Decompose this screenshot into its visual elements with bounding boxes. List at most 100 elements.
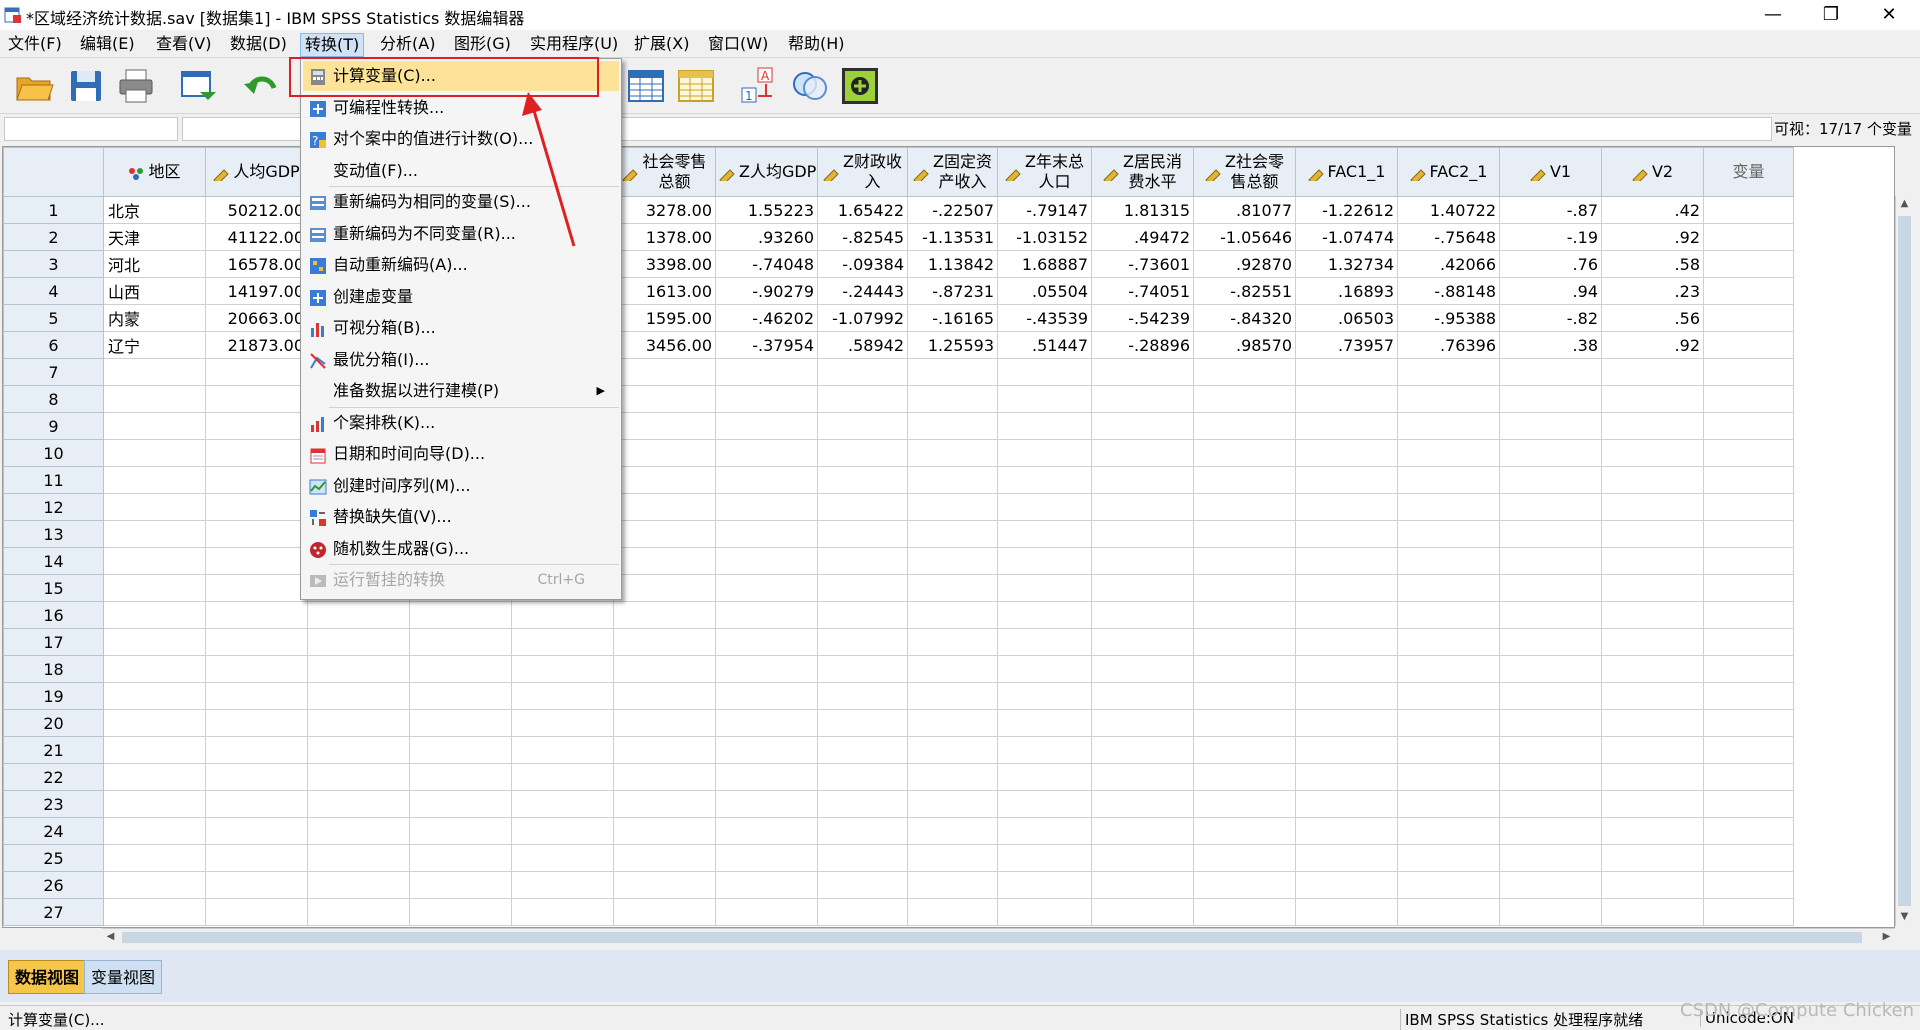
data-cell[interactable] [1295,574,1398,602]
data-cell[interactable] [1193,628,1296,656]
data-cell[interactable] [1703,547,1794,575]
data-cell[interactable] [511,709,614,737]
data-cell[interactable]: -.24443 [817,277,908,305]
data-cell[interactable] [511,871,614,899]
data-cell[interactable] [997,898,1092,926]
print-icon[interactable] [116,66,156,106]
row-number[interactable]: 4 [3,277,104,305]
save-icon[interactable] [66,66,106,106]
column-header[interactable]: 社会零售 总额 [613,147,716,197]
menu-item[interactable]: 日期和时间向导(D)... [303,439,619,469]
row-number[interactable]: 10 [3,439,104,467]
data-cell[interactable] [613,439,716,467]
data-cell[interactable] [613,601,716,629]
data-cell[interactable] [1703,520,1794,548]
restore-button[interactable]: ❐ [1802,0,1860,30]
data-cell[interactable] [307,628,410,656]
data-cell[interactable]: -.75648 [1397,223,1500,251]
data-cell[interactable] [1091,385,1194,413]
data-cell[interactable] [1703,709,1794,737]
data-cell[interactable] [1703,196,1794,224]
horizontal-scrollbar[interactable]: ◀ ▶ [102,928,1895,946]
data-cell[interactable] [1193,520,1296,548]
data-cell[interactable] [205,520,308,548]
data-cell[interactable]: -.87 [1499,196,1602,224]
data-cell[interactable] [715,574,818,602]
data-cell[interactable]: -.79147 [997,196,1092,224]
data-cell[interactable] [205,871,308,899]
data-cell[interactable] [1601,547,1704,575]
data-cell[interactable]: .05504 [997,277,1092,305]
data-cell[interactable] [997,358,1092,386]
data-cell[interactable] [1295,790,1398,818]
variables-grid-icon[interactable] [676,66,716,106]
vertical-scroll-thumb[interactable] [1898,216,1911,906]
data-cell[interactable]: -.73601 [1091,250,1194,278]
data-cell[interactable] [997,493,1092,521]
data-cell[interactable] [409,682,512,710]
recall-dialog-icon[interactable] [178,66,218,106]
data-cell[interactable] [1295,547,1398,575]
data-cell[interactable] [907,763,998,791]
row-number[interactable]: 19 [3,682,104,710]
data-cell[interactable] [1091,898,1194,926]
column-header[interactable]: V1 [1499,147,1602,197]
data-cell[interactable] [997,628,1092,656]
data-cell[interactable] [103,628,206,656]
data-cell[interactable] [907,385,998,413]
row-number[interactable]: 26 [3,871,104,899]
scroll-left-icon[interactable]: ◀ [104,931,117,944]
data-cell[interactable]: .58942 [817,331,908,359]
data-cell[interactable] [103,898,206,926]
data-cell[interactable]: 3456.00 [613,331,716,359]
data-cell[interactable]: -.82551 [1193,277,1296,305]
data-cell[interactable] [613,466,716,494]
data-cell[interactable] [1601,898,1704,926]
data-cell[interactable] [1193,898,1296,926]
data-cell[interactable] [1499,655,1602,683]
data-cell[interactable] [613,898,716,926]
data-cell[interactable]: -.95388 [1397,304,1500,332]
menu-item[interactable]: 准备数据以进行建模(P) ▶ [303,376,619,406]
data-cell[interactable] [307,682,410,710]
horizontal-scroll-thumb[interactable] [122,932,1862,943]
data-cell[interactable] [715,412,818,440]
data-cell[interactable] [511,655,614,683]
data-cell[interactable] [511,844,614,872]
data-cell[interactable] [817,439,908,467]
data-cell[interactable] [1397,628,1500,656]
column-header[interactable]: Z固定资 产收入 [907,147,998,197]
data-cell[interactable] [205,628,308,656]
data-cell[interactable] [1295,601,1398,629]
data-cell[interactable] [997,736,1092,764]
data-cell[interactable] [817,790,908,818]
menu-graphs[interactable]: 图形(G) [450,33,515,55]
data-cell[interactable]: 3278.00 [613,196,716,224]
data-cell[interactable] [307,655,410,683]
data-cell[interactable] [1601,466,1704,494]
data-cell[interactable] [1601,385,1704,413]
data-cell[interactable] [613,817,716,845]
data-cell[interactable] [1397,520,1500,548]
scroll-up-icon[interactable]: ▲ [1898,198,1911,211]
data-cell[interactable] [1091,817,1194,845]
data-cell[interactable] [715,439,818,467]
data-cell[interactable] [205,412,308,440]
data-cell[interactable] [1703,817,1794,845]
data-cell[interactable] [613,493,716,521]
row-number[interactable]: 9 [3,412,104,440]
data-cell[interactable] [1193,790,1296,818]
data-cell[interactable]: .76 [1499,250,1602,278]
data-cell[interactable]: -1.22612 [1295,196,1398,224]
data-cell[interactable] [511,898,614,926]
data-cell[interactable] [907,898,998,926]
data-cell[interactable] [715,763,818,791]
data-cell[interactable] [613,736,716,764]
row-number[interactable]: 12 [3,493,104,521]
data-cell[interactable] [103,601,206,629]
data-cell[interactable] [1091,358,1194,386]
data-cell[interactable] [1193,412,1296,440]
data-cell[interactable]: 山西 [103,277,206,305]
data-cell[interactable] [205,736,308,764]
data-cell[interactable] [715,898,818,926]
